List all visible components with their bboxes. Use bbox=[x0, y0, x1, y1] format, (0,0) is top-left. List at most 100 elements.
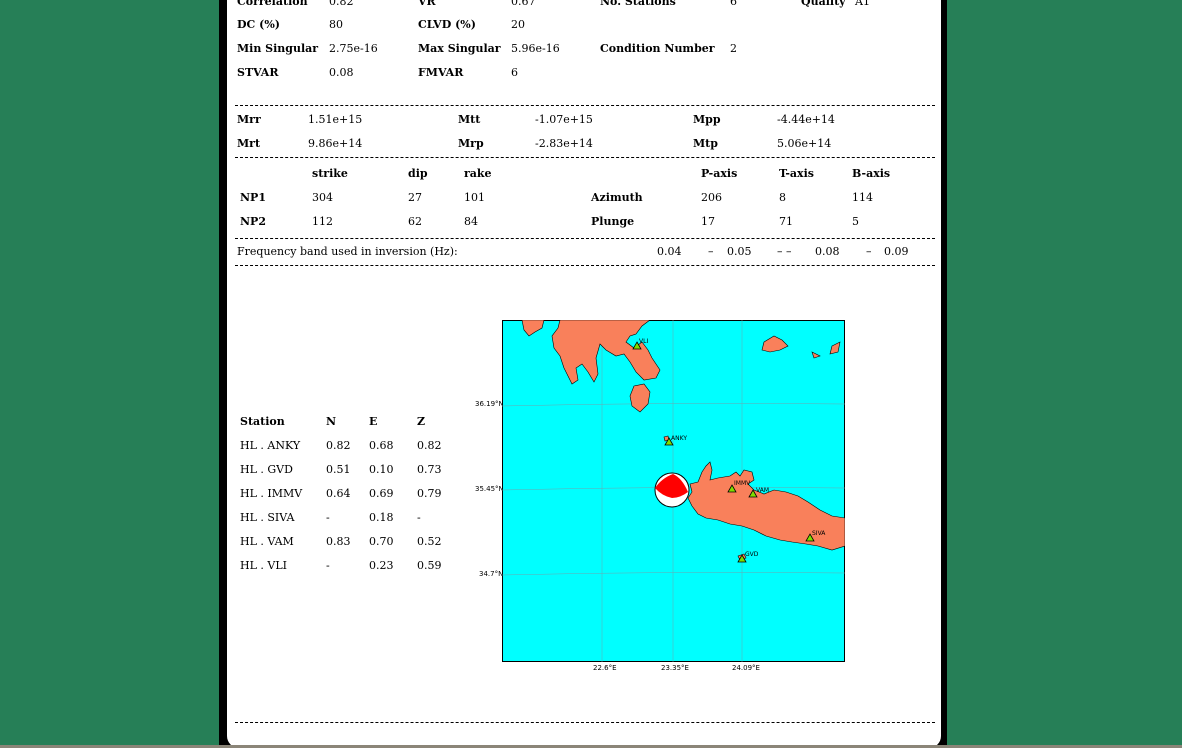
frequency-separator: – bbox=[866, 245, 872, 258]
plunge-label: Plunge bbox=[591, 215, 635, 228]
station-z: 0.82 bbox=[417, 439, 442, 452]
divider bbox=[235, 722, 935, 723]
station-n: 0.64 bbox=[326, 487, 351, 500]
station-map: VLI ANKY IMMV VAM SIVA GVD bbox=[502, 320, 845, 662]
np1-rake: 101 bbox=[464, 191, 485, 204]
np2-label: NP2 bbox=[240, 215, 266, 228]
station-label-immv: IMMV bbox=[734, 480, 751, 487]
np2-rake: 84 bbox=[464, 215, 478, 228]
station-e: 0.10 bbox=[369, 463, 394, 476]
clvd-label: CLVD (%) bbox=[418, 18, 476, 31]
vr-value: 0.67 bbox=[511, 0, 536, 8]
lon-label: 22.6°E bbox=[593, 664, 617, 672]
frequency-f2: 0.05 bbox=[727, 245, 752, 258]
quality-value: A1 bbox=[855, 0, 870, 8]
station-name: HL . VLI bbox=[240, 559, 287, 572]
station-name: HL . VAM bbox=[240, 535, 294, 548]
mrr-value: 1.51e+15 bbox=[308, 113, 363, 126]
station-header: Station bbox=[240, 415, 285, 428]
frequency-f4: 0.09 bbox=[884, 245, 909, 258]
dc-value: 80 bbox=[329, 18, 343, 31]
max-singular-value: 5.96e-16 bbox=[511, 42, 560, 55]
stvar-label: STVAR bbox=[237, 66, 279, 79]
fmvar-value: 6 bbox=[511, 66, 518, 79]
np2-dip: 62 bbox=[408, 215, 422, 228]
max-singular-label: Max Singular bbox=[418, 42, 501, 55]
correlation-label: Correlation bbox=[237, 0, 308, 8]
mpp-label: Mpp bbox=[693, 113, 721, 126]
frequency-f3: 0.08 bbox=[815, 245, 840, 258]
mrp-label: Mrp bbox=[458, 137, 484, 150]
fmvar-label: FMVAR bbox=[418, 66, 464, 79]
station-label-vam: VAM bbox=[756, 487, 769, 494]
station-e: 0.70 bbox=[369, 535, 394, 548]
condition-number-value: 2 bbox=[730, 42, 737, 55]
station-name: HL . IMMV bbox=[240, 487, 303, 500]
stations-count-label: No. Stations bbox=[600, 0, 676, 8]
lat-label: 36.19°N bbox=[475, 400, 504, 408]
lon-label: 24.09°E bbox=[732, 664, 760, 672]
station-z: - bbox=[417, 511, 421, 524]
station-n: 0.83 bbox=[326, 535, 351, 548]
dc-label: DC (%) bbox=[237, 18, 280, 31]
frequency-separator: – bbox=[708, 245, 714, 258]
station-z: 0.79 bbox=[417, 487, 442, 500]
station-label-anky: ANKY bbox=[671, 435, 687, 442]
mtt-value: -1.07e+15 bbox=[535, 113, 593, 126]
min-singular-value: 2.75e-16 bbox=[329, 42, 378, 55]
plunge-t: 71 bbox=[779, 215, 793, 228]
lon-label: 23.35°E bbox=[661, 664, 689, 672]
mrp-value: -2.83e+14 bbox=[535, 137, 593, 150]
plunge-p: 17 bbox=[701, 215, 715, 228]
station-name: HL . ANKY bbox=[240, 439, 301, 452]
azimuth-t: 8 bbox=[779, 191, 786, 204]
divider bbox=[235, 265, 935, 266]
station-name: HL . SIVA bbox=[240, 511, 295, 524]
beachball-icon bbox=[654, 472, 690, 508]
quality-label: Quality bbox=[801, 0, 846, 8]
station-e: 0.18 bbox=[369, 511, 394, 524]
station-label-siva: SIVA bbox=[812, 530, 826, 537]
station-n: 0.82 bbox=[326, 439, 351, 452]
station-z: 0.52 bbox=[417, 535, 442, 548]
clvd-value: 20 bbox=[511, 18, 525, 31]
np1-strike: 304 bbox=[312, 191, 333, 204]
vr-label: VR bbox=[418, 0, 436, 8]
strike-header: strike bbox=[312, 167, 348, 180]
stvar-value: 0.08 bbox=[329, 66, 354, 79]
frequency-f1: 0.04 bbox=[657, 245, 682, 258]
mtt-label: Mtt bbox=[458, 113, 481, 126]
mtp-value: 5.06e+14 bbox=[777, 137, 832, 150]
mrt-label: Mrt bbox=[237, 137, 261, 150]
station-z: 0.59 bbox=[417, 559, 442, 572]
lat-label: 34.7°N bbox=[479, 570, 504, 578]
azimuth-b: 114 bbox=[852, 191, 873, 204]
correlation-value: 0.82 bbox=[329, 0, 354, 8]
p-axis-header: P-axis bbox=[701, 167, 738, 180]
np1-label: NP1 bbox=[240, 191, 266, 204]
frequency-label: Frequency band used in inversion (Hz): bbox=[237, 245, 458, 258]
station-e: 0.69 bbox=[369, 487, 394, 500]
e-header: E bbox=[369, 415, 378, 428]
divider bbox=[235, 157, 935, 158]
z-header: Z bbox=[417, 415, 426, 428]
station-n: 0.51 bbox=[326, 463, 351, 476]
azimuth-p: 206 bbox=[701, 191, 722, 204]
n-header: N bbox=[326, 415, 337, 428]
dip-header: dip bbox=[408, 167, 428, 180]
lat-label: 35.45°N bbox=[475, 485, 504, 493]
station-label-vli: VLI bbox=[639, 338, 648, 345]
mrr-label: Mrr bbox=[237, 113, 261, 126]
azimuth-label: Azimuth bbox=[591, 191, 643, 204]
mpp-value: -4.44e+14 bbox=[777, 113, 835, 126]
plunge-b: 5 bbox=[852, 215, 859, 228]
mrt-value: 9.86e+14 bbox=[308, 137, 363, 150]
min-singular-label: Min Singular bbox=[237, 42, 319, 55]
condition-number-label: Condition Number bbox=[600, 42, 715, 55]
rake-header: rake bbox=[464, 167, 492, 180]
divider bbox=[235, 238, 935, 239]
b-axis-header: B-axis bbox=[852, 167, 891, 180]
frequency-separator: – – bbox=[777, 245, 792, 258]
mtp-label: Mtp bbox=[693, 137, 718, 150]
t-axis-header: T-axis bbox=[779, 167, 814, 180]
